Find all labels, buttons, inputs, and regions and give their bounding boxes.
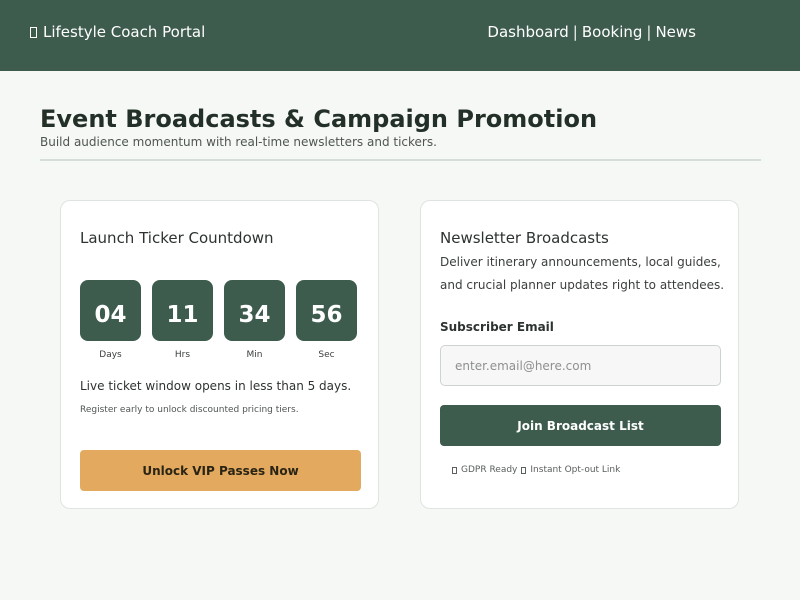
compliance-badges: GDPR Ready Instant Opt-out Link: [452, 464, 620, 476]
countdown-hours-label: Hrs: [174, 350, 191, 360]
ticker-subnote: Register early to unlock discounted pric…: [80, 405, 299, 415]
nav-link-booking[interactable]: Booking: [582, 22, 643, 42]
countdown-days: 04 Days: [80, 280, 141, 361]
main-nav: Dashboard | Booking | News: [487, 22, 696, 42]
top-bar: Lifestyle Coach Portal Dashboard | Booki…: [0, 0, 800, 71]
page-subtitle: Build audience momentum with real-time n…: [40, 135, 437, 149]
newsletter-card: Newsletter Broadcasts Deliver itinerary …: [420, 200, 739, 509]
countdown-minutes: 34 Min: [224, 280, 285, 361]
brand[interactable]: Lifestyle Coach Portal: [30, 22, 205, 42]
countdown-days-label: Days: [99, 350, 122, 360]
countdown-days-value: 04: [80, 280, 141, 341]
nav-separator: |: [646, 23, 652, 41]
ticker-card: Launch Ticker Countdown 04 Days 11 Hrs 3…: [60, 200, 379, 509]
nav-separator: |: [572, 23, 578, 41]
countdown-seconds: 56 Sec: [296, 280, 357, 361]
countdown-seconds-value: 56: [296, 280, 357, 341]
gdpr-badge-text: GDPR Ready: [461, 465, 518, 475]
newsletter-description: Deliver itinerary announcements, local g…: [440, 255, 725, 292]
countdown-minutes-label: Min: [246, 350, 263, 360]
header-divider: [40, 159, 761, 161]
opt-out-badge-text: Instant Opt-out Link: [530, 465, 621, 475]
countdown: 04 Days 11 Hrs 34 Min 56 Sec: [80, 280, 357, 361]
ticker-note: Live ticket window opens in less than 5 …: [80, 379, 352, 393]
gdpr-icon: [452, 466, 457, 474]
countdown-hours-value: 11: [152, 280, 213, 341]
countdown-minutes-value: 34: [224, 280, 285, 341]
countdown-seconds-label: Sec: [318, 350, 335, 360]
unlock-vip-button[interactable]: Unlock VIP Passes Now: [80, 450, 361, 491]
portal-glyph-icon: [30, 26, 37, 38]
countdown-hours: 11 Hrs: [152, 280, 213, 361]
subscriber-email-label: Subscriber Email: [440, 320, 554, 334]
brand-name: Lifestyle Coach Portal: [43, 23, 206, 41]
join-broadcast-button[interactable]: Join Broadcast List: [440, 405, 721, 446]
opt-out-icon: [521, 466, 527, 474]
ticker-card-title: Launch Ticker Countdown: [80, 229, 274, 247]
nav-link-news[interactable]: News: [655, 22, 696, 42]
page-title: Event Broadcasts & Campaign Promotion: [40, 105, 598, 133]
newsletter-card-title: Newsletter Broadcasts: [440, 229, 609, 247]
nav-link-dashboard[interactable]: Dashboard: [487, 22, 568, 42]
subscriber-email-input[interactable]: [440, 345, 721, 386]
